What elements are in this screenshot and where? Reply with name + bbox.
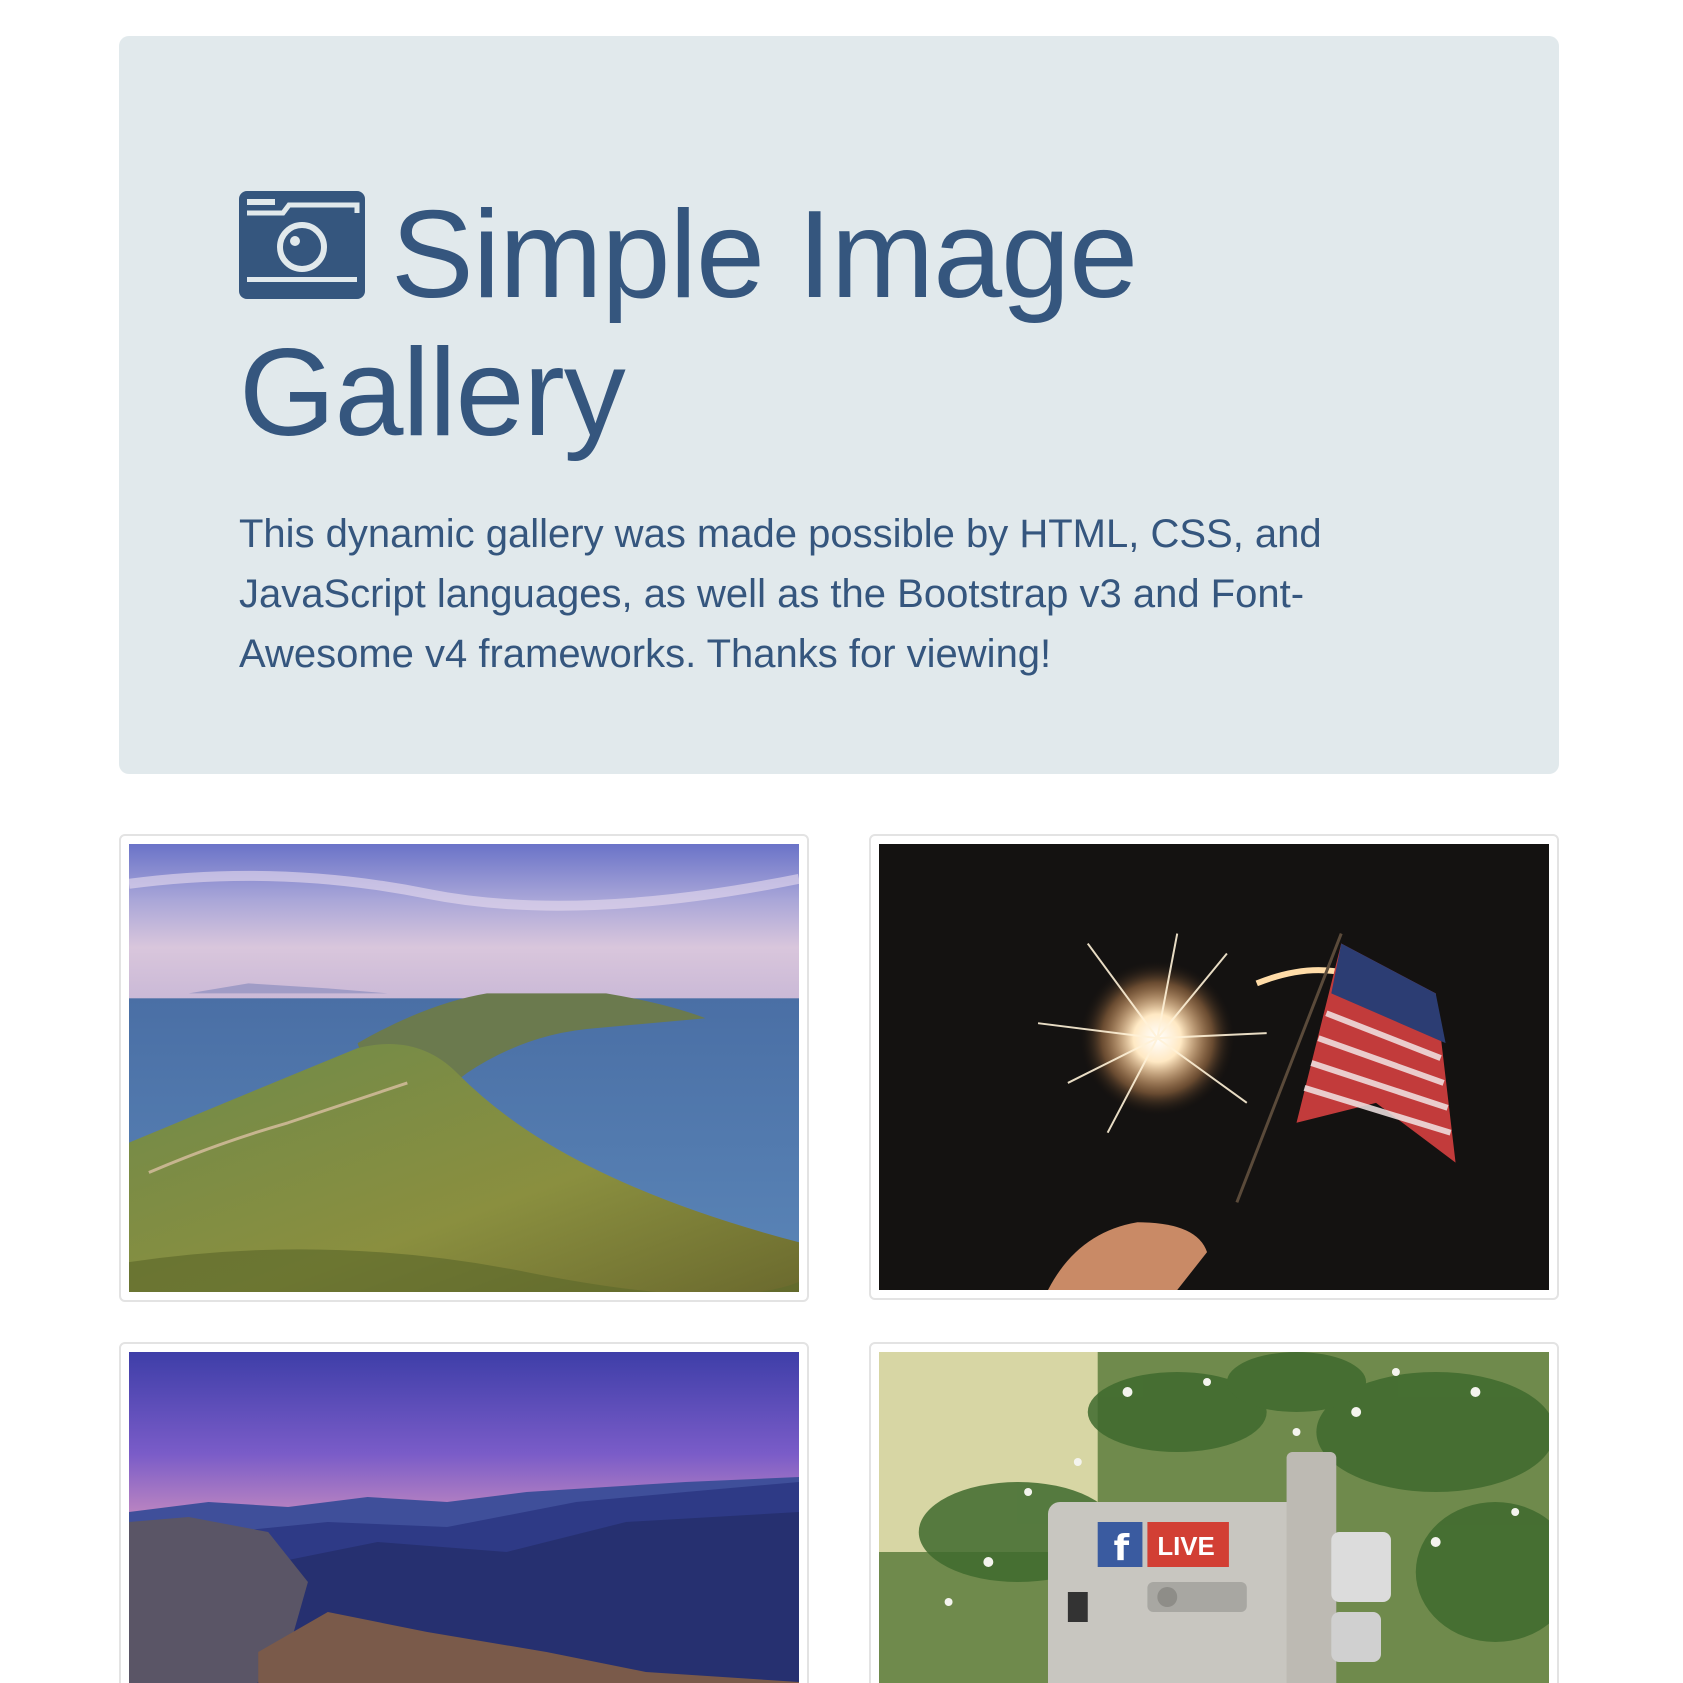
page-title-text: Simple Image Gallery [239,186,1138,462]
gallery-thumbnail-1[interactable] [119,834,809,1302]
coastal-peninsula-photo [129,844,799,1292]
camera-retro-icon [239,191,365,299]
svg-text:f: f [1114,1528,1130,1569]
jumbotron: Simple Image Gallery This dynamic galler… [119,36,1559,774]
gallery-thumbnail-2[interactable] [869,834,1559,1300]
live-sticker-text: LIVE [1157,1533,1214,1561]
page: Simple Image Gallery This dynamic galler… [0,0,1683,1683]
mountain-sunset-photo [129,1352,799,1683]
gallery-thumbnail-4[interactable]: f LIVE [869,1342,1559,1683]
facebook-live-camera-photo: f LIVE [879,1352,1549,1683]
title-wrap: Simple Image Gallery [239,186,1439,462]
page-title: Simple Image Gallery [239,186,1439,462]
sparkler-american-flag-photo [879,844,1549,1290]
page-description: This dynamic gallery was made possible b… [239,512,1322,676]
gallery-thumbnail-3[interactable] [119,1342,809,1683]
